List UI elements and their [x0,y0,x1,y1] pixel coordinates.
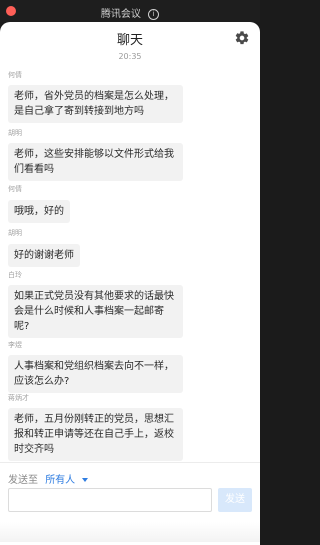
message-bubble: 人事档案和党组织档案去向不一样，应该怎么办? [8,355,183,393]
chat-timestamp: 20:35 [118,52,142,61]
composer-divider [0,462,260,463]
bottom-spacer [0,522,260,542]
list-item: 白玲 如果正式党员没有其他要求的话最快会是什么时候和人事档案一起邮寄呢? [8,270,183,338]
message-bubble: 如果正式党员没有其他要求的话最快会是什么时候和人事档案一起邮寄呢? [8,285,183,338]
list-item: 胡明 好的谢谢老师 [8,228,183,267]
send-button[interactable]: 发送 [218,488,252,512]
send-to-label: 发送至 [8,475,38,486]
message-sender: 何倩 [8,185,22,193]
chat-title: 聊天 [116,33,143,48]
list-item: 李煜 人事档案和党组织档案去向不一样，应该怎么办? [8,340,183,393]
message-sender: 何倩 [8,71,22,79]
chat-header: 聊天 [0,22,260,52]
list-item: 何倩 老师，省外党员的档案是怎么处理，是自己拿了寄到转接到地方吗 [8,70,183,123]
message-bubble: 老师，五月份刚转正的党员，思想汇报和转正申请等还在自己手上，返校时交齐吗 [8,408,183,461]
message-sender: 李煜 [8,341,22,349]
meeting-title: 腾讯会议 i [0,5,260,20]
message-input[interactable] [8,488,212,512]
message-sender: 胡明 [8,129,22,137]
message-sender: 蒋炳才 [8,394,29,402]
list-item: 何倩 哦哦，好的 [8,184,183,223]
message-sender: 胡明 [8,229,22,237]
list-item: 胡明 老师，这些安排能够以文件形式给我们看看吗 [8,128,183,181]
meeting-title-text: 腾讯会议 [100,9,141,20]
message-bubble: 哦哦，好的 [8,200,70,223]
send-to-value[interactable]: 所有人 [45,475,75,486]
list-item: 蒋炳才 老师，五月份刚转正的党员，思想汇报和转正申请等还在自己手上，返校时交齐吗 [8,393,183,461]
meeting-top-bar: 腾讯会议 i [0,0,260,22]
message-bubble: 好的谢谢老师 [8,244,80,267]
message-bubble: 老师，省外党员的档案是怎么处理，是自己拿了寄到转接到地方吗 [8,85,183,123]
message-bubble: 老师，这些安排能够以文件形式给我们看看吗 [8,143,183,181]
message-sender: 白玲 [8,271,22,279]
info-icon[interactable]: i [148,8,160,20]
chevron-down-icon[interactable] [82,478,89,482]
gear-icon[interactable] [234,30,250,46]
send-to-selector[interactable]: 发送至 所有人 [8,471,89,486]
chat-panel: 聊天 20:35 何倩 老师，省外党员的档案是怎么处理，是自己拿了寄到转接到地方… [0,22,260,545]
